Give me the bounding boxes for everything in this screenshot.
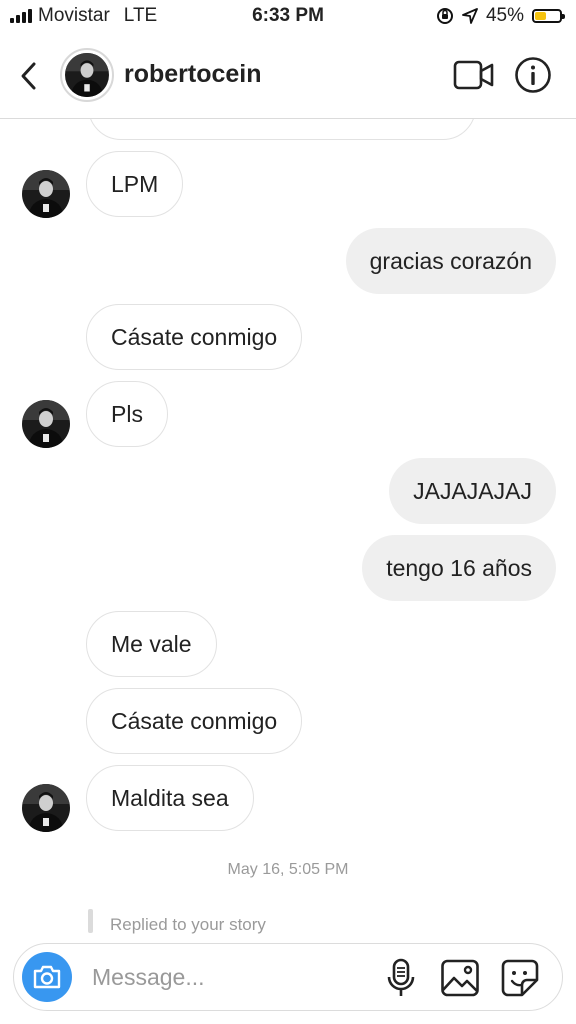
profile-photo xyxy=(22,784,70,832)
orientation-lock-icon xyxy=(436,8,453,24)
message-text: LPM xyxy=(111,170,159,197)
replied-to-story-label: Replied to your story xyxy=(88,909,266,935)
location-arrow-icon xyxy=(462,8,478,24)
message-text: Maldita sea xyxy=(111,784,229,811)
message-input[interactable] xyxy=(92,958,352,996)
sender-avatar[interactable] xyxy=(22,400,70,448)
message-bubble-incoming[interactable]: Maldita sea xyxy=(86,765,254,831)
camera-icon xyxy=(33,965,61,989)
message-bubble-outgoing[interactable]: tengo 16 años xyxy=(362,535,556,601)
profile-photo xyxy=(22,170,70,218)
battery-icon xyxy=(532,9,565,23)
battery-level xyxy=(535,12,546,20)
message-text: Pls xyxy=(111,400,143,427)
message-bubble-outgoing[interactable]: gracias corazón xyxy=(345,228,556,294)
microphone-icon[interactable] xyxy=(384,958,418,998)
message-text: Cásate conmigo xyxy=(111,707,278,734)
chat-username[interactable]: robertocein xyxy=(124,60,262,89)
camera-button[interactable] xyxy=(22,952,72,1002)
video-call-icon[interactable] xyxy=(452,58,496,92)
reply-indicator-bar xyxy=(88,909,93,933)
info-icon[interactable] xyxy=(514,56,552,94)
message-text: tengo 16 años xyxy=(386,554,532,581)
message-bubble-incoming[interactable]: Cásate conmigo xyxy=(86,688,303,754)
profile-photo xyxy=(65,53,109,97)
profile-photo xyxy=(22,400,70,448)
sender-avatar[interactable] xyxy=(22,784,70,832)
message-text: Me vale xyxy=(111,630,192,657)
chat-header: robertocein xyxy=(0,34,576,119)
message-text: JAJAJAJAJ xyxy=(413,477,532,504)
message-text: gracias corazón xyxy=(369,247,532,274)
message-bubble-incoming[interactable]: Cásate conmigo xyxy=(86,304,303,370)
message-bubble-incoming[interactable]: Me vale xyxy=(86,611,217,677)
avatar[interactable] xyxy=(60,48,114,102)
message-bubble-incoming[interactable]: Pls xyxy=(86,381,168,447)
message-thread[interactable]: LPM gracias corazón Cásate conmigo Pls J… xyxy=(0,119,576,939)
message-timestamp: May 16, 5:05 PM xyxy=(227,861,349,878)
back-chevron-icon[interactable] xyxy=(14,56,46,96)
status-bar: Movistar LTE 6:33 PM 45% xyxy=(0,0,576,34)
battery-percent: 45% xyxy=(485,5,524,26)
status-right: 45% xyxy=(436,5,565,27)
sender-avatar[interactable] xyxy=(22,170,70,218)
message-text: Cásate conmigo xyxy=(111,323,278,350)
sticker-icon[interactable] xyxy=(500,958,540,998)
message-bubble-incoming[interactable]: LPM xyxy=(86,151,184,217)
photo-gallery-icon[interactable] xyxy=(440,958,480,998)
replied-text: Replied to your story xyxy=(110,915,266,934)
message-composer xyxy=(13,943,563,1011)
message-bubble-incoming[interactable] xyxy=(88,119,476,140)
message-bubble-outgoing[interactable]: JAJAJAJAJ xyxy=(389,458,556,524)
